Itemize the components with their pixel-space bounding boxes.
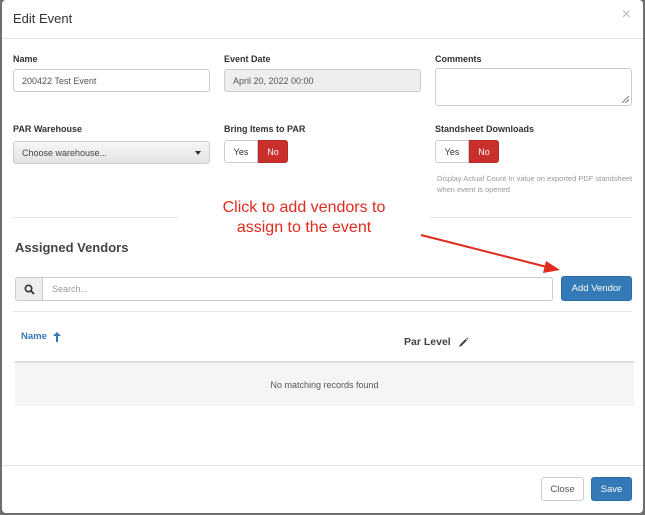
standsheet-toggle: Yes No [435,140,499,163]
par-warehouse-select[interactable]: Choose warehouse... [13,141,210,164]
resize-grip-icon[interactable] [622,96,629,103]
vendor-search: Search... [15,277,553,301]
table-divider [13,311,632,312]
chevron-down-icon [195,150,201,155]
save-button[interactable]: Save [591,477,632,501]
name-value: 200422 Test Event [22,75,97,86]
sort-ascending-icon [52,331,61,342]
bring-items-toggle: Yes No [224,140,288,163]
bring-items-no-button[interactable]: No [258,140,288,163]
column-header-par-level: Par Level [404,336,469,348]
pencil-icon[interactable] [458,337,469,348]
annotation-callout: Click to add vendors to assign to the ev… [178,198,430,238]
add-vendor-button[interactable]: Add Vendor [561,276,632,301]
edit-event-modal: Edit Event × Name 200422 Test Event Even… [2,0,643,513]
annotation-line-2: assign to the event [236,219,372,236]
column-name-label: Name [21,331,47,342]
comments-label: Comments [435,54,482,64]
event-date-label: Event Date [224,54,271,64]
column-header-name[interactable]: Name [21,331,61,342]
footer-divider [2,465,643,466]
search-input[interactable]: Search... [43,277,553,301]
event-date-field[interactable]: April 20, 2022 00:00 [224,69,421,92]
close-icon[interactable]: × [622,7,631,23]
column-par-level-label: Par Level [404,336,451,348]
close-button[interactable]: Close [541,477,584,501]
standsheet-no-button[interactable]: No [469,140,499,163]
event-date-value: April 20, 2022 00:00 [233,75,314,86]
name-field[interactable]: 200422 Test Event [13,69,210,92]
par-warehouse-label: PAR Warehouse [13,124,83,134]
search-icon [23,283,35,295]
par-warehouse-selected: Choose warehouse... [22,147,108,158]
empty-table-row: No matching records found [15,361,634,406]
modal-title: Edit Event [13,11,73,26]
comments-textarea[interactable] [435,68,632,106]
standsheet-help-text: Display Actual Count In value on exporte… [437,174,633,194]
annotation-arrow-icon [420,234,560,273]
standsheet-yes-button[interactable]: Yes [435,140,469,163]
modal-header: Edit Event × [2,0,643,39]
assigned-vendors-title: Assigned Vendors [15,240,129,255]
standsheet-label: Standsheet Downloads [435,124,535,134]
bring-items-label: Bring Items to PAR [224,124,306,134]
annotation-line-1: Click to add vendors to [222,199,386,216]
bring-items-yes-button[interactable]: Yes [224,140,258,163]
name-label: Name [13,54,38,64]
search-addon [15,277,43,301]
